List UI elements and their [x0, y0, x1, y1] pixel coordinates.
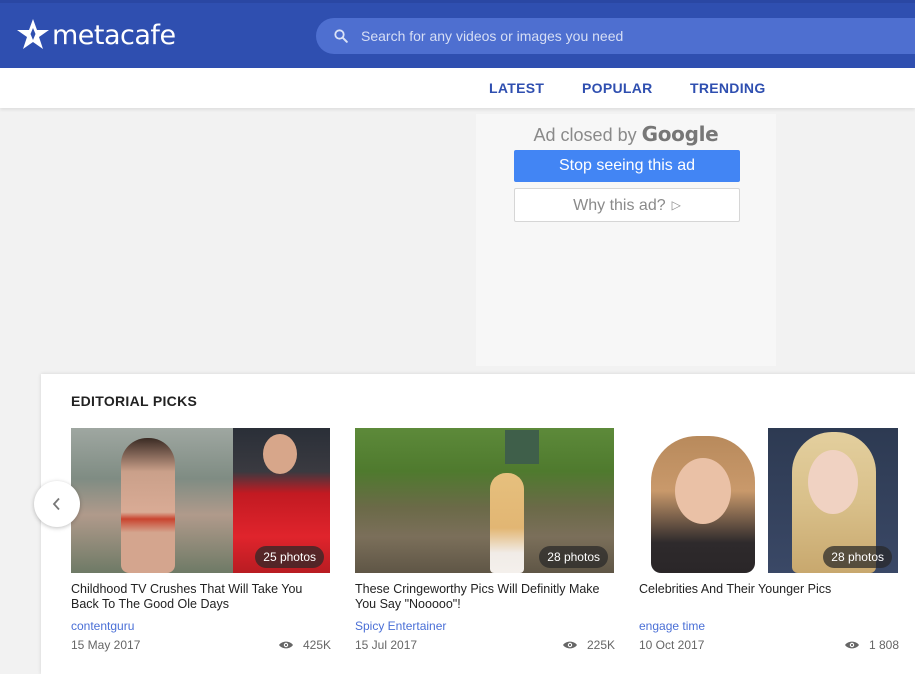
- card-title[interactable]: These Cringeworthy Pics Will Definitly M…: [355, 582, 615, 612]
- nav-tab-trending[interactable]: TRENDING: [690, 80, 766, 96]
- card-thumbnail[interactable]: 25 photos: [71, 428, 330, 573]
- card-title[interactable]: Childhood TV Crushes That Will Take You …: [71, 582, 331, 612]
- photo-count-badge: 25 photos: [255, 546, 324, 568]
- why-this-ad-label: Why this ad?: [573, 197, 666, 214]
- card-title[interactable]: Celebrities And Their Younger Pics: [639, 582, 899, 612]
- star-logo-icon: [17, 19, 49, 49]
- editorial-card[interactable]: 25 photos Childhood TV Crushes That Will…: [71, 428, 331, 654]
- card-date: 15 Jul 2017: [355, 638, 418, 652]
- card-views: 1 808: [844, 638, 899, 652]
- card-thumbnail[interactable]: 28 photos: [639, 428, 898, 573]
- carousel-prev-button[interactable]: [34, 481, 80, 527]
- card-thumbnail[interactable]: 28 photos: [355, 428, 614, 573]
- card-date: 10 Oct 2017: [639, 638, 705, 652]
- card-meta: 15 Jul 2017 225K: [355, 638, 615, 654]
- play-triangle-icon: ▷: [671, 198, 681, 212]
- eye-icon: [278, 641, 293, 649]
- photo-count-badge: 28 photos: [539, 546, 608, 568]
- eye-icon: [562, 641, 577, 649]
- card-source-link[interactable]: Spicy Entertainer: [355, 619, 615, 633]
- search-bar[interactable]: [316, 18, 915, 54]
- eye-icon: [844, 641, 859, 649]
- card-source-link[interactable]: engage time: [639, 619, 899, 633]
- editorial-card[interactable]: 28 photos These Cringeworthy Pics Will D…: [355, 428, 615, 654]
- card-views: 225K: [562, 638, 615, 652]
- google-brand-text: Google: [641, 122, 719, 146]
- top-header: metacafe: [0, 0, 915, 68]
- nav-tab-latest[interactable]: LATEST: [489, 80, 544, 96]
- metacafe-logo[interactable]: metacafe: [16, 15, 176, 55]
- card-date: 15 May 2017: [71, 638, 141, 652]
- card-meta: 10 Oct 2017 1 808: [639, 638, 899, 654]
- card-source-link[interactable]: contentguru: [71, 619, 331, 633]
- ad-container: Ad closed by Google Stop seeing this ad …: [476, 114, 776, 366]
- section-title: EDITORIAL PICKS: [71, 393, 198, 409]
- card-meta: 15 May 2017 425K: [71, 638, 331, 654]
- thumbnail-image-left: [71, 428, 233, 573]
- why-this-ad-button[interactable]: Why this ad? ▷: [514, 188, 740, 222]
- editorial-card[interactable]: 28 photos Celebrities And Their Younger …: [639, 428, 899, 654]
- view-count: 1 808: [868, 638, 899, 652]
- photo-count-badge: 28 photos: [823, 546, 892, 568]
- view-count: 425K: [302, 638, 331, 652]
- search-icon: [334, 29, 348, 43]
- ad-closed-prefix: Ad closed by: [533, 125, 637, 145]
- ad-closed-text: Ad closed by Google: [476, 122, 776, 146]
- nav-tab-popular[interactable]: POPULAR: [582, 80, 653, 96]
- stop-seeing-ad-button[interactable]: Stop seeing this ad: [514, 150, 740, 182]
- view-count: 225K: [586, 638, 615, 652]
- search-input[interactable]: [359, 27, 859, 45]
- chevron-left-icon: [52, 497, 60, 511]
- logo-text: metacafe: [52, 19, 176, 51]
- thumbnail-image-left: [639, 428, 768, 573]
- nav-bar: LATEST POPULAR TRENDING: [0, 68, 915, 108]
- card-views: 425K: [278, 638, 331, 652]
